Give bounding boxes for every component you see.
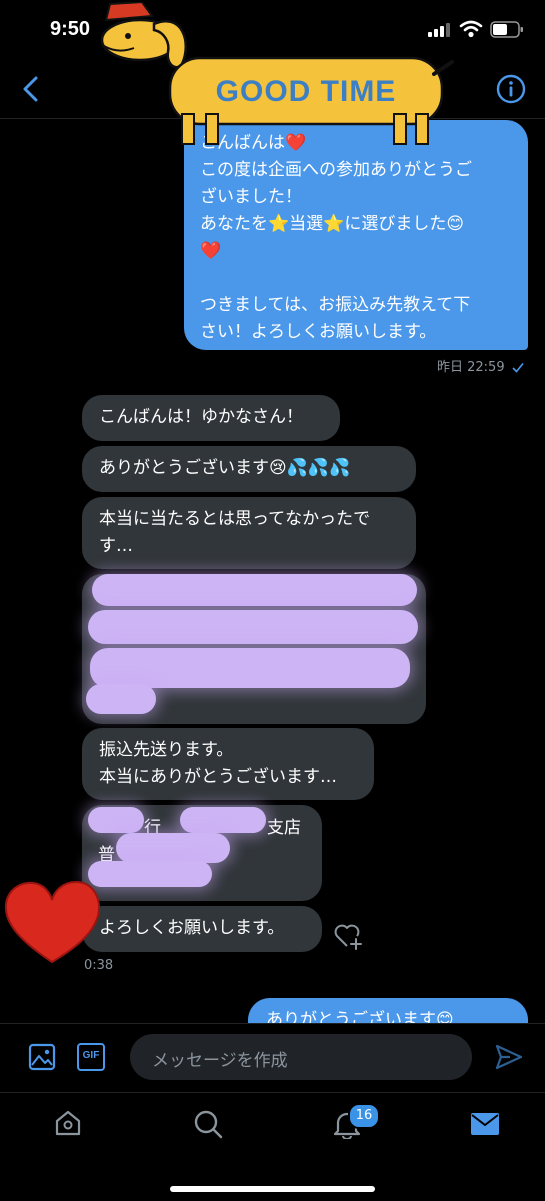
received-message-bubble[interactable]: 行 支店 普 bbox=[82, 805, 322, 901]
gif-label: GIF bbox=[82, 1050, 100, 1061]
received-message-bubble[interactable]: 振込先送ります。 本当にありがとうございます… bbox=[82, 728, 374, 800]
redaction-mark bbox=[88, 807, 144, 833]
redaction-mark bbox=[86, 684, 156, 714]
like-add-icon[interactable] bbox=[333, 921, 365, 951]
redaction-mark bbox=[88, 610, 418, 644]
sticker-text: GOOD TIME bbox=[216, 75, 397, 108]
messages-envelope-icon[interactable] bbox=[470, 1111, 500, 1137]
branch-text: 支店 bbox=[267, 818, 301, 838]
redaction-mark bbox=[180, 807, 266, 833]
message-timestamp: 昨日 22:59 bbox=[437, 356, 524, 375]
home-icon[interactable] bbox=[54, 1109, 82, 1137]
timestamp-text: 昨日 22:59 bbox=[437, 360, 505, 375]
wifi-icon bbox=[459, 20, 483, 38]
received-message-bubble[interactable]: ありがとうございます😢💦💦💦 bbox=[82, 446, 416, 492]
sent-message-bubble[interactable]: ありがとうございます😊 bbox=[248, 998, 528, 1023]
gif-button[interactable]: GIF bbox=[77, 1043, 105, 1071]
battery-icon bbox=[490, 21, 523, 38]
read-check-icon bbox=[512, 362, 524, 373]
received-message-bubble[interactable]: よろしくお願いします。 bbox=[82, 906, 322, 952]
bottom-tab-bar: 16 bbox=[0, 1092, 545, 1201]
back-chevron-icon[interactable] bbox=[18, 75, 44, 103]
redaction-mark bbox=[90, 648, 410, 688]
search-icon[interactable] bbox=[193, 1109, 223, 1139]
info-icon[interactable] bbox=[496, 74, 526, 104]
received-message-bubble[interactable]: 本当に当たるとは思ってなかったで す… bbox=[82, 497, 416, 569]
notification-count-badge: 16 bbox=[348, 1103, 380, 1129]
redaction-mark bbox=[92, 574, 417, 606]
received-message-bubble[interactable]: こんばんは！ゆかなさん！ bbox=[82, 395, 340, 441]
image-icon[interactable] bbox=[28, 1043, 56, 1071]
sent-message-bubble[interactable]: こんばんは❤️ この度は企画への参加ありがとうご ざいました！ あなたを⭐当選⭐… bbox=[184, 120, 528, 350]
received-message-bubble-redacted[interactable] bbox=[82, 574, 426, 724]
redaction-mark bbox=[88, 861, 212, 887]
heart-sticker bbox=[4, 880, 100, 964]
message-composer: GIF メッセージを作成 bbox=[0, 1023, 545, 1092]
good-time-dog-sticker: GOOD TIME bbox=[100, 2, 454, 145]
message-input[interactable]: メッセージを作成 bbox=[130, 1034, 472, 1080]
redaction-mark bbox=[116, 833, 230, 863]
message-placeholder: メッセージを作成 bbox=[152, 1051, 288, 1071]
home-indicator bbox=[170, 1186, 375, 1192]
message-thread[interactable]: こんばんは❤️ この度は企画への参加ありがとうご ざいました！ あなたを⭐当選⭐… bbox=[0, 118, 545, 1023]
send-icon[interactable] bbox=[494, 1042, 524, 1072]
